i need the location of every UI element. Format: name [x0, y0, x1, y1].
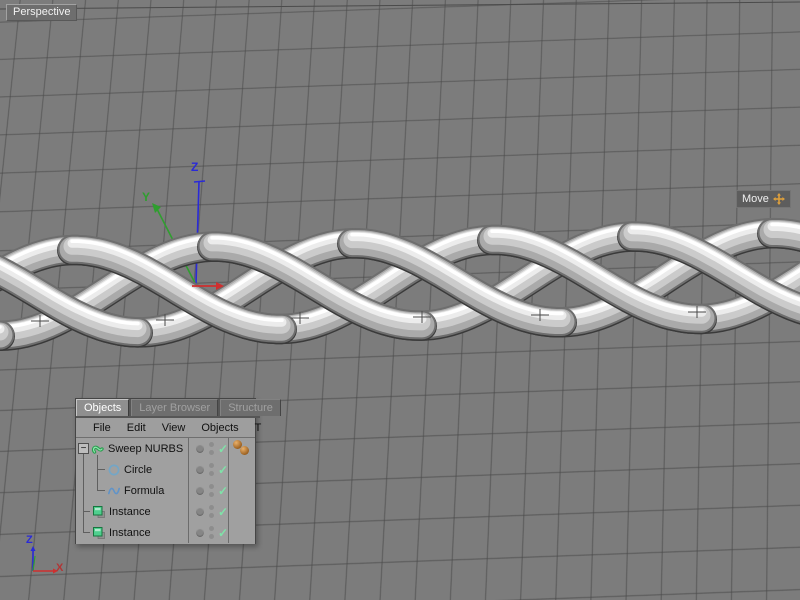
tree-row-instance-2[interactable]: Instance ✓ — [76, 522, 255, 543]
enable-check-icon[interactable]: ✓ — [218, 464, 228, 476]
z-axis-tick — [193, 180, 206, 183]
move-tool-label: Move — [742, 193, 769, 205]
object-label: Instance — [109, 505, 151, 518]
panel-tab-bar: Objects Layer Browser Structure — [76, 399, 281, 418]
enable-check-icon[interactable]: ✓ — [218, 485, 228, 497]
y-axis-arrow — [152, 203, 161, 213]
tree-row-sweep-nurbs[interactable]: − Sweep NURBS ✓ — [76, 438, 255, 459]
braid-rope-object[interactable] — [0, 217, 800, 351]
menu-file[interactable]: File — [85, 422, 119, 434]
layer-dot[interactable] — [196, 486, 204, 495]
tree-row-circle[interactable]: Circle ✓ — [76, 459, 255, 480]
panel-menu-bar: File Edit View Objects T — [76, 418, 261, 438]
menu-view[interactable]: View — [154, 422, 194, 434]
world-axis-indicator — [30, 546, 58, 574]
move-cross-icon — [772, 193, 785, 205]
object-label: Formula — [124, 484, 165, 497]
menu-edit[interactable]: Edit — [119, 422, 154, 434]
tab-structure[interactable]: Structure — [220, 399, 281, 416]
layer-dot[interactable] — [196, 528, 204, 537]
object-label: Instance — [109, 526, 151, 539]
gizmo-y-label: Y — [142, 190, 151, 204]
expand-toggle[interactable]: − — [78, 443, 89, 454]
viewport-title: Perspective — [6, 4, 78, 21]
perspective-viewport: Perspective Z Y Move Z X Objects Layer B… — [0, 0, 800, 600]
object-manager-panel: Objects Layer Browser Structure File Edi… — [75, 398, 281, 544]
tree-row-instance-1[interactable]: Instance ✓ — [76, 501, 255, 522]
tags-cell[interactable] — [229, 438, 255, 459]
menu-objects[interactable]: Objects — [193, 422, 246, 434]
visibility-dots[interactable] — [208, 505, 214, 518]
visibility-dots[interactable] — [208, 463, 214, 476]
visibility-dots[interactable] — [208, 442, 214, 455]
move-tool-hint: Move — [736, 190, 791, 208]
sweep-nurbs-icon[interactable] — [91, 442, 105, 456]
layer-dot[interactable] — [196, 444, 204, 453]
tab-layer-browser[interactable]: Layer Browser — [131, 399, 219, 416]
circle-spline-icon[interactable] — [107, 463, 121, 477]
sphere-tag-icon[interactable] — [240, 446, 249, 455]
visibility-dots[interactable] — [208, 484, 214, 497]
layer-dot[interactable] — [196, 465, 204, 474]
instance-icon[interactable] — [92, 526, 106, 540]
tree-row-formula[interactable]: Formula ✓ — [76, 480, 255, 501]
enable-check-icon[interactable]: ✓ — [218, 527, 228, 539]
world-z-label: Z — [26, 534, 33, 546]
menu-tags-truncated[interactable]: T — [247, 422, 270, 434]
instance-icon[interactable] — [92, 505, 106, 519]
enable-check-icon[interactable]: ✓ — [218, 506, 228, 518]
enable-check-icon[interactable]: ✓ — [218, 443, 228, 455]
formula-spline-icon[interactable] — [107, 484, 121, 498]
tab-objects[interactable]: Objects — [76, 399, 130, 416]
object-label: Sweep NURBS — [108, 442, 184, 455]
layer-dot[interactable] — [196, 507, 204, 516]
object-label: Circle — [124, 463, 153, 476]
world-x-label: X — [56, 562, 64, 574]
gizmo-z-label: Z — [191, 160, 199, 174]
visibility-dots[interactable] — [208, 526, 214, 539]
object-tree: − Sweep NURBS ✓ Circle ✓ Formula ✓ Insta… — [76, 438, 255, 544]
